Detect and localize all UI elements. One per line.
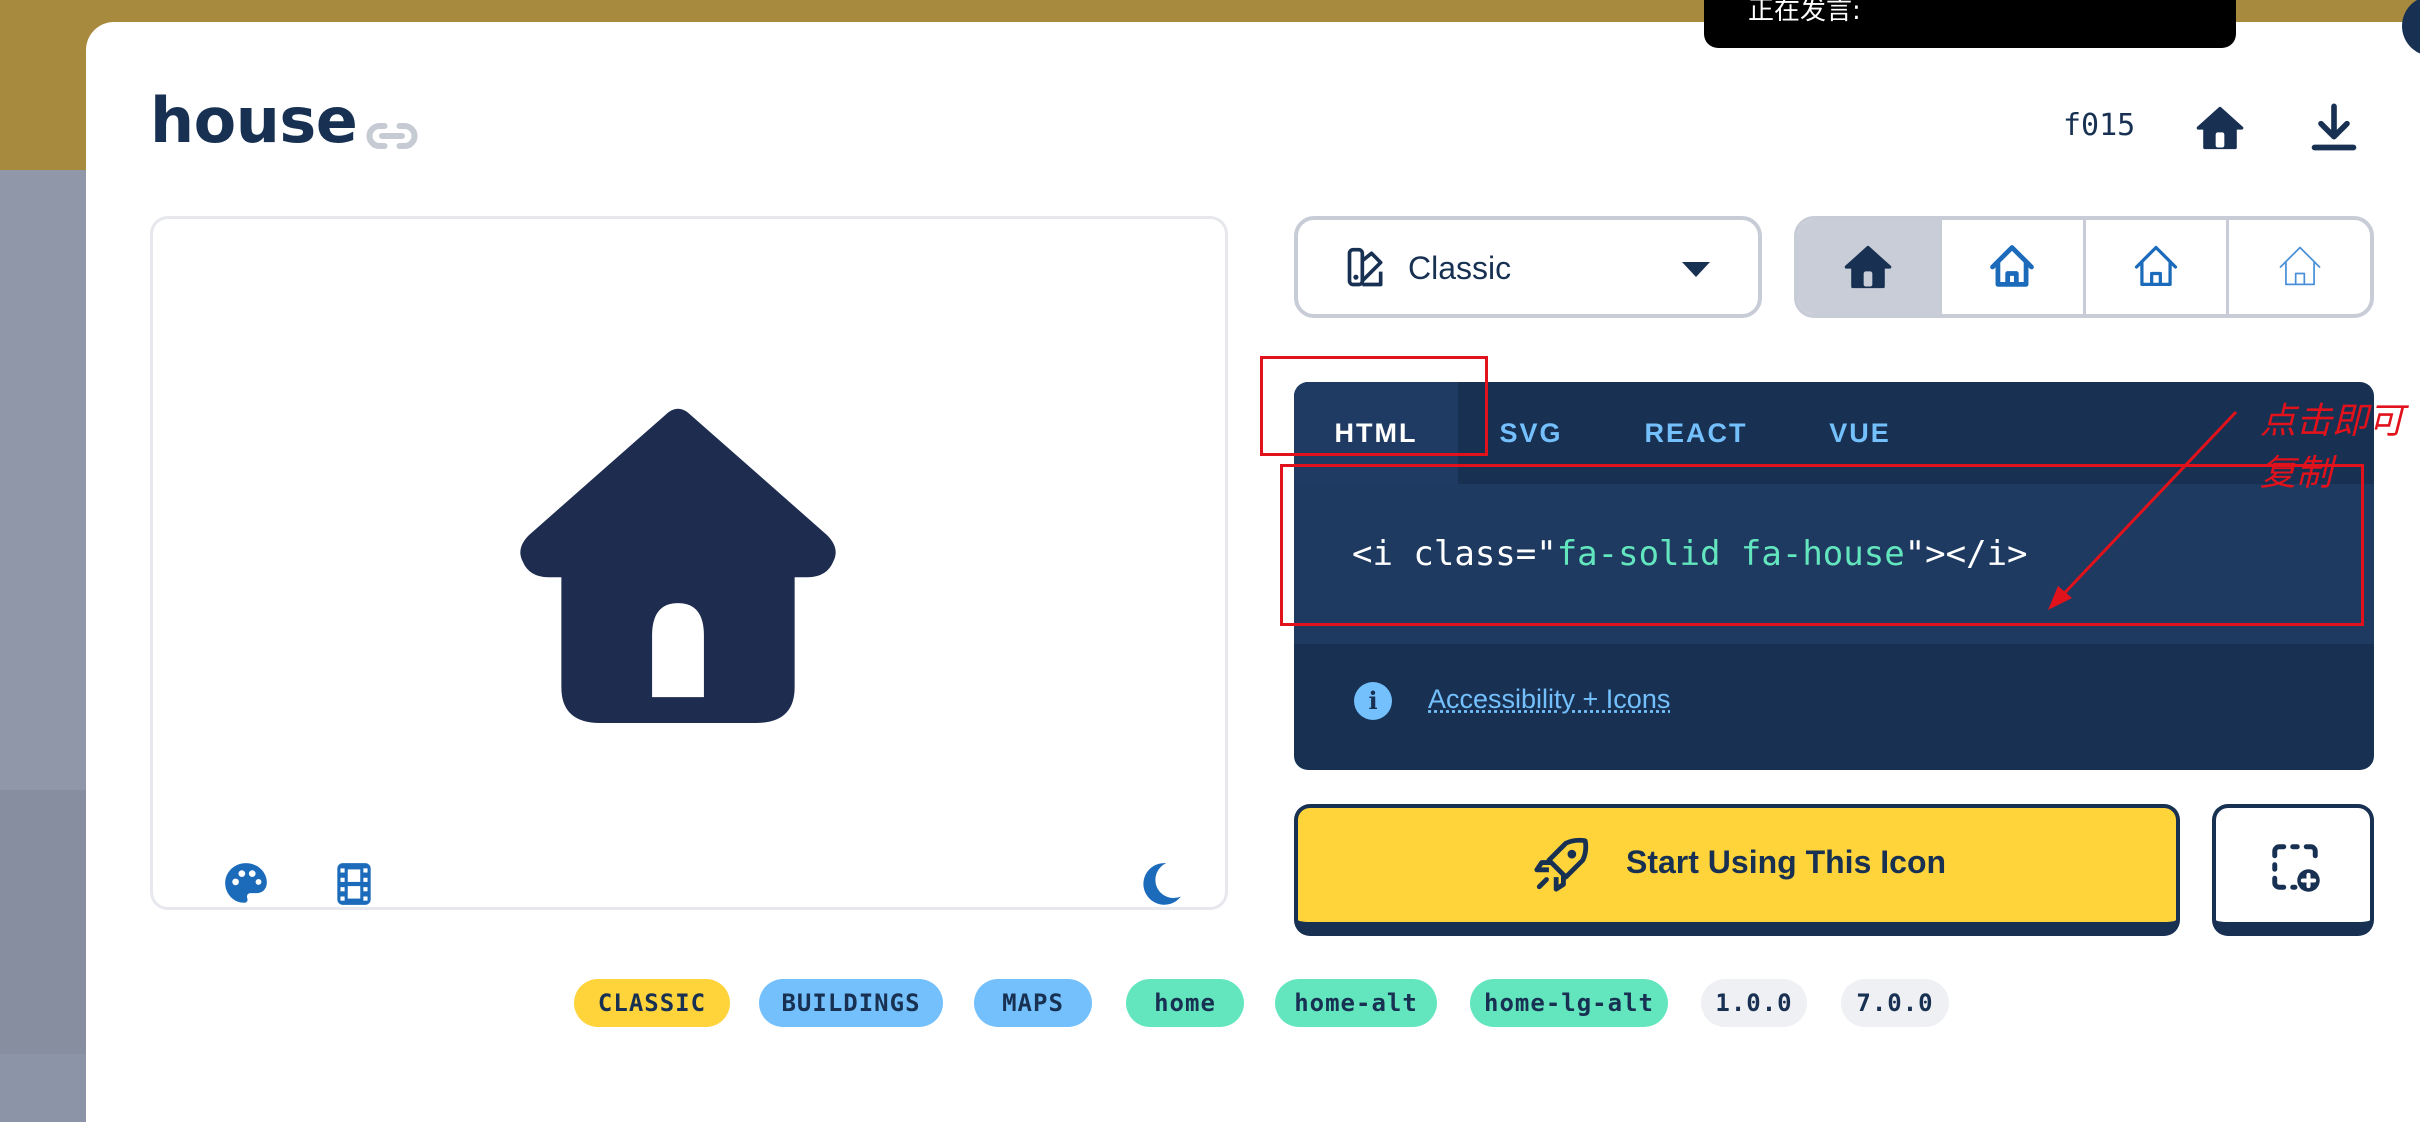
variant-thin[interactable] xyxy=(2226,220,2370,314)
tag-home-lg-alt[interactable]: home-lg-alt xyxy=(1470,979,1668,1027)
tag-maps[interactable]: MAPS xyxy=(974,979,1092,1027)
house-icon-preview xyxy=(516,399,840,723)
speaking-toast: 正在发言: xyxy=(1704,0,2236,48)
annotation-arrow-icon xyxy=(2036,402,2256,622)
house-solid-icon xyxy=(1842,241,1894,293)
film-icon[interactable] xyxy=(329,859,379,909)
moon-icon[interactable] xyxy=(1135,859,1185,909)
download-icon[interactable] xyxy=(2308,102,2360,154)
info-icon: i xyxy=(1354,682,1392,720)
annotation-box-html-tab xyxy=(1260,356,1488,456)
annotation-text: 点击即可复制 xyxy=(2260,392,2420,496)
rocket-icon xyxy=(1532,836,1590,894)
house-icon[interactable] xyxy=(2194,102,2246,154)
style-select[interactable]: Classic xyxy=(1294,216,1762,318)
unicode-value[interactable]: f015 xyxy=(2063,108,2135,143)
swatchbook-icon xyxy=(1344,246,1388,290)
start-button-label: Start Using This Icon xyxy=(1626,844,1946,881)
house-thin-icon xyxy=(2274,241,2326,293)
icon-title: house xyxy=(150,84,357,157)
palette-icon[interactable] xyxy=(221,859,271,909)
square-dashed-plus-icon xyxy=(2268,840,2322,894)
icon-preview xyxy=(150,216,1228,910)
tag-version-added: 1.0.0 xyxy=(1701,979,1807,1027)
variant-light[interactable] xyxy=(2083,220,2227,314)
link-icon[interactable] xyxy=(362,106,422,166)
start-using-button[interactable]: Start Using This Icon xyxy=(1294,804,2180,936)
tag-buildings[interactable]: BUILDINGS xyxy=(759,979,943,1027)
tag-version-updated: 7.0.0 xyxy=(1841,979,1949,1027)
house-light-icon xyxy=(2130,241,2182,293)
variant-regular[interactable] xyxy=(1939,220,2083,314)
toast-text: 正在发言: xyxy=(1748,0,1861,26)
style-select-value: Classic xyxy=(1408,250,1511,287)
tag-classic[interactable]: CLASSIC xyxy=(574,979,730,1027)
add-to-kit-button[interactable] xyxy=(2212,804,2374,936)
variant-switcher xyxy=(1794,216,2374,318)
tag-home-alt[interactable]: home-alt xyxy=(1275,979,1437,1027)
house-regular-icon xyxy=(1986,241,2038,293)
caret-down-icon xyxy=(1682,262,1710,277)
icon-detail-modal: house f015 Classic HTML SVG REACT VUE <i… xyxy=(86,22,2420,1122)
tag-home[interactable]: home xyxy=(1126,979,1244,1027)
variant-solid[interactable] xyxy=(1798,220,1939,314)
accessibility-link[interactable]: Accessibility + Icons xyxy=(1428,684,1670,715)
